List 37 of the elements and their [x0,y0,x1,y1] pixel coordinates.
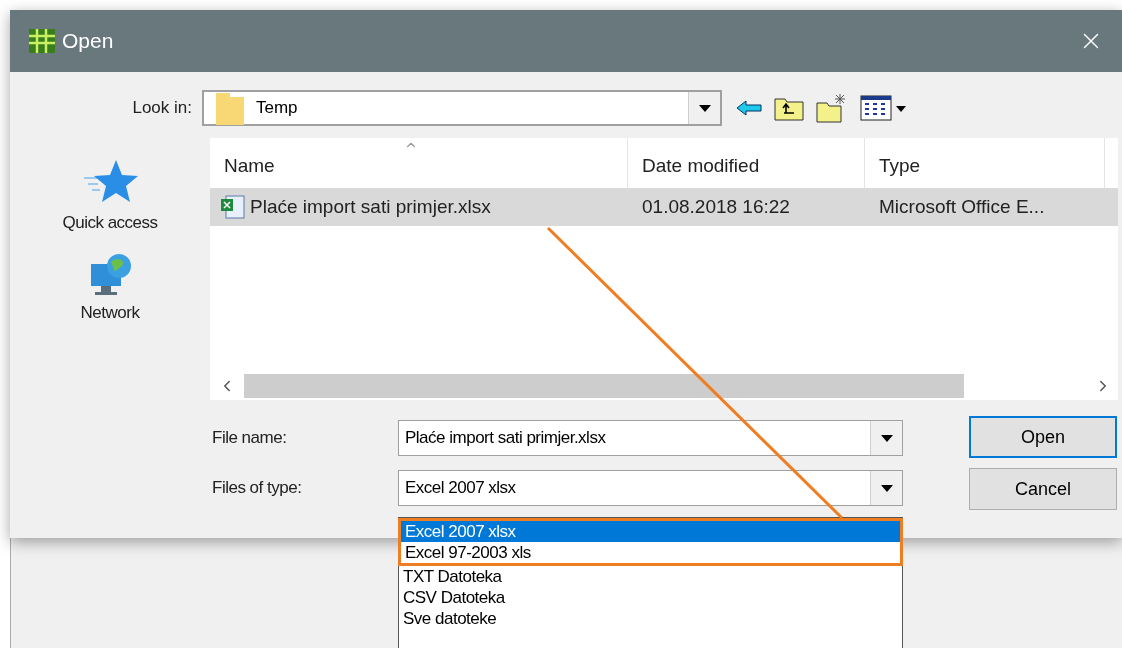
place-item[interactable]: Quick access [62,158,158,236]
table-cell-text: 01.08.2018 16:22 [642,194,790,219]
caret-icon [880,434,893,442]
file-row[interactable]: Plaće import sati primjer.xlsx 01.08.2018 16:22 Microsoft Office E... [210,188,1118,226]
dialog-button[interactable]: Open [969,416,1117,458]
back-arrow-icon[interactable] [736,100,762,116]
place-item[interactable]: Network [80,249,140,325]
file-type-dropdown[interactable]: Excel 2007 xlsx [398,470,903,506]
new-folder-icon[interactable] [816,93,848,123]
folder-icon [216,91,244,125]
dropdown-option[interactable]: TXT Datoteka [399,566,902,587]
dropdown-option[interactable]: Excel 2007 xlsx [401,521,900,542]
caret-icon [698,104,711,112]
look-in-label: Look in: [131,97,193,120]
app-icon [28,28,56,54]
view-menu-icon[interactable] [860,94,908,122]
spreadsheet-icon [220,195,246,219]
scrollbar-thumb[interactable] [244,374,964,398]
file-name-label: File name: [212,427,288,450]
file-type-label: Files of type: [212,477,303,500]
dropdown-option[interactable]: Sve datoteke [399,608,902,629]
file-name-field[interactable]: Plaće import sati primjer.xlsx [398,420,903,456]
look-in-value: Temp [256,97,298,120]
look-in-dropdown[interactable]: Temp [202,90,722,126]
caret-icon [880,484,893,492]
table-cell-text: Plaće import sati primjer.xlsx [250,194,491,219]
window-title: Open [62,28,114,55]
up-folder-icon[interactable] [774,95,804,121]
dropdown-button[interactable] [870,471,902,505]
file-type-value: Excel 2007 xlsx [404,477,516,500]
dropdown-button[interactable] [688,92,720,124]
dialog-button[interactable]: Cancel [969,468,1117,510]
dropdown-option[interactable]: Excel 97-2003 xls [401,542,900,563]
table-cell-text: Microsoft Office E... [879,194,1045,219]
dropdown-button[interactable] [870,421,902,455]
dropdown-option[interactable]: CSV Datoteka [399,587,902,608]
file-name-value: Plaće import sati primjer.xlsx [404,427,606,450]
